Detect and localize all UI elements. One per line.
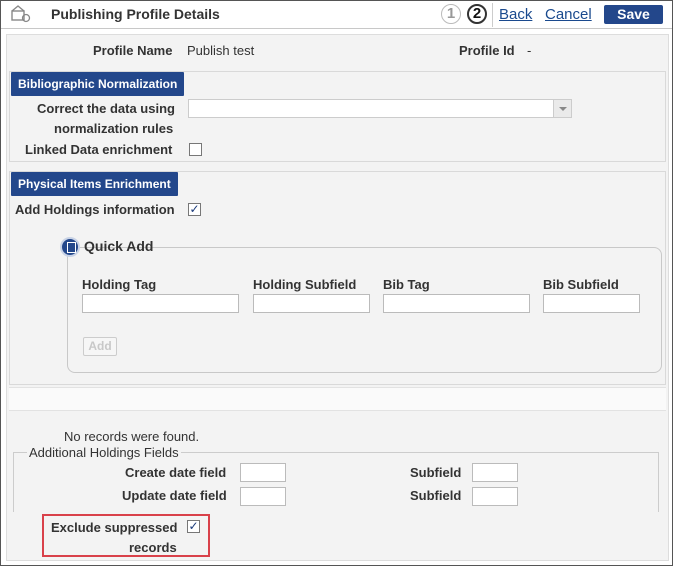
- create-subfield-input[interactable]: [472, 463, 518, 482]
- publishing-icon: [11, 5, 31, 23]
- create-date-input[interactable]: [240, 463, 286, 482]
- quick-add-legend: Quick Add: [60, 236, 154, 258]
- holding-tag-label: Holding Tag: [82, 277, 157, 292]
- cancel-link[interactable]: Cancel: [545, 6, 592, 23]
- quick-add-icon: [60, 237, 80, 257]
- create-subfield-label: Subfield: [410, 465, 462, 480]
- profile-name-value: Publish test: [187, 43, 255, 58]
- bib-normalization-section: Bibliographic Normalization Correct the …: [9, 71, 666, 162]
- create-date-label: Create date field: [125, 465, 227, 480]
- no-records-message: No records were found.: [64, 429, 200, 444]
- correct-data-label-line1: Correct the data using: [37, 101, 175, 116]
- holding-subfield-input[interactable]: [253, 294, 370, 313]
- update-date-input[interactable]: [240, 487, 286, 506]
- chevron-down-icon[interactable]: [553, 100, 571, 117]
- bib-tag-label: Bib Tag: [383, 277, 430, 292]
- form-content: Profile Name Publish test Profile Id - B…: [6, 34, 669, 561]
- section-divider-band: [9, 387, 666, 411]
- correct-data-label-line2: normalization rules: [54, 121, 174, 136]
- exclude-suppressed-checkbox[interactable]: ✓: [187, 520, 200, 533]
- add-holdings-label: Add Holdings information: [15, 202, 175, 217]
- profile-window: Publishing Profile Details 1 2 Back Canc…: [0, 0, 673, 566]
- quick-add-title: Quick Add: [84, 238, 154, 254]
- linked-data-checkbox[interactable]: [189, 143, 202, 156]
- bib-subfield-label: Bib Subfield: [543, 277, 619, 292]
- additional-holdings-fieldset: [13, 452, 659, 512]
- physical-items-tab: Physical Items Enrichment: [11, 172, 178, 196]
- profile-id-value: -: [527, 43, 532, 58]
- bib-tag-input[interactable]: [383, 294, 530, 313]
- holding-tag-input[interactable]: [82, 294, 239, 313]
- add-holdings-checkbox[interactable]: ✓: [188, 203, 201, 216]
- bib-normalization-tab: Bibliographic Normalization: [11, 72, 185, 96]
- save-button[interactable]: Save: [604, 5, 663, 24]
- exclude-suppressed-label-line1: Exclude suppressed: [51, 520, 178, 535]
- back-link[interactable]: Back: [499, 6, 532, 23]
- additional-holdings-legend: Additional Holdings Fields: [27, 445, 181, 460]
- linked-data-label: Linked Data enrichment: [25, 142, 173, 157]
- exclude-suppressed-label-line2: records: [129, 540, 177, 555]
- update-date-label: Update date field: [122, 488, 227, 503]
- normalization-rules-select[interactable]: [188, 99, 572, 118]
- profile-name-label: Profile Name: [93, 43, 173, 58]
- step-2-indicator: 2: [467, 4, 487, 24]
- add-button[interactable]: Add: [83, 337, 117, 356]
- holding-subfield-label: Holding Subfield: [253, 277, 357, 292]
- header-bar: Publishing Profile Details 1 2 Back Canc…: [1, 1, 672, 29]
- header-divider: [492, 3, 493, 27]
- update-subfield-input[interactable]: [472, 487, 518, 506]
- update-subfield-label: Subfield: [410, 488, 462, 503]
- profile-id-label: Profile Id: [459, 43, 515, 58]
- step-1-indicator[interactable]: 1: [441, 4, 461, 24]
- bib-subfield-input[interactable]: [543, 294, 640, 313]
- page-title: Publishing Profile Details: [51, 6, 220, 22]
